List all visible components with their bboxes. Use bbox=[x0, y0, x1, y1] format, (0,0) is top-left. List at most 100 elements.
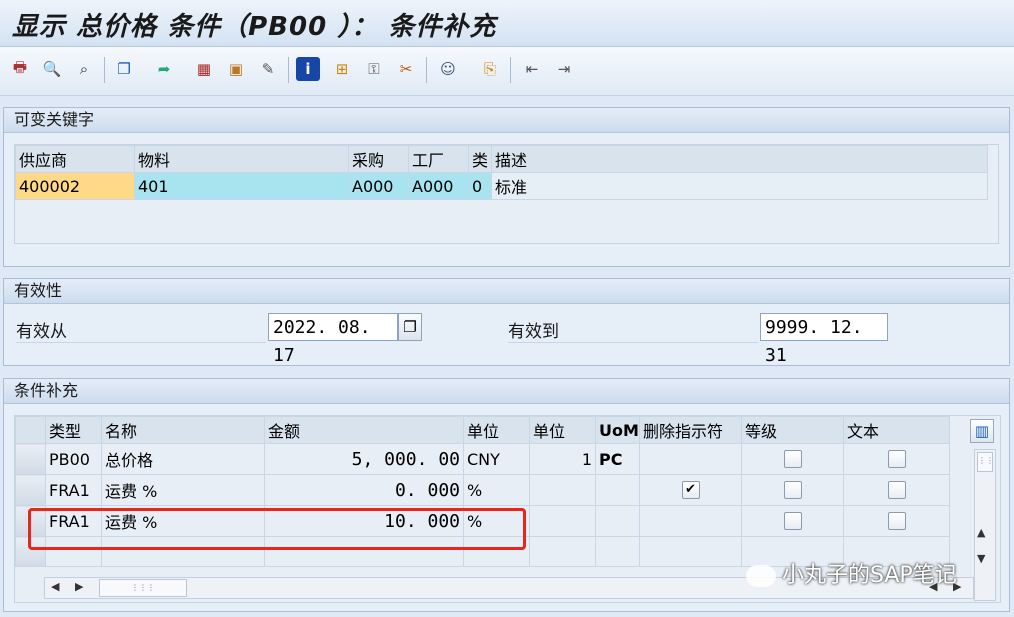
calendar-icon[interactable]: ▦ bbox=[192, 57, 216, 81]
text-cell bbox=[843, 474, 950, 506]
column-config-icon[interactable]: ▥ bbox=[970, 419, 994, 443]
cut-icon[interactable]: ⎘ bbox=[478, 57, 502, 81]
last-page-icon[interactable]: ⇥ bbox=[552, 57, 576, 81]
desc-cell[interactable]: 标准 bbox=[491, 172, 988, 200]
valid-from-label: 有效从 bbox=[16, 317, 266, 343]
watermark: 小丸子的SAP笔记 bbox=[746, 557, 957, 589]
table-row[interactable]: 400002 401 A000 A000 0 标准 bbox=[15, 172, 988, 200]
text-cell bbox=[843, 443, 950, 475]
col-unit: 单位 bbox=[463, 416, 530, 444]
valid-to-label: 有效到 bbox=[508, 317, 758, 343]
cond-type-cell[interactable]: PB00 bbox=[45, 443, 102, 475]
purch-org-cell[interactable]: A000 bbox=[348, 172, 409, 200]
scale-cell bbox=[741, 474, 844, 506]
amount-cell[interactable]: 5, 000. 00 bbox=[264, 443, 464, 475]
col-vendor: 供应商 bbox=[15, 145, 135, 173]
vendor-cell[interactable]: 400002 bbox=[15, 172, 135, 200]
window-title: 显示 总价格 条件（PB00 ）： 条件补充 bbox=[12, 12, 497, 42]
toolbar: 🖶 🔍 ⌕ ❐ ➦ ▦ ▣ ✎ i ⊞ ⚿ ✂ ☺ ⎘ ⇤ ⇥ bbox=[0, 47, 1014, 96]
table-row[interactable]: FRA1 运费 % 0. 000 % ✔ bbox=[15, 474, 950, 506]
deletion-cell: ✔ bbox=[639, 474, 742, 506]
keys-group: 可变关键字 供应商 物料 采购 工厂 类 描述 400002 401 A000 … bbox=[3, 107, 1010, 267]
scroll-right-icon[interactable]: ▶ bbox=[75, 580, 83, 593]
deletion-checkbox[interactable]: ✔ bbox=[681, 481, 700, 499]
uom-cell[interactable] bbox=[595, 474, 640, 506]
find-next-icon[interactable]: ⌕ bbox=[72, 57, 96, 81]
user-icon[interactable]: ☺ bbox=[436, 57, 460, 81]
col-plant: 工厂 bbox=[408, 145, 469, 173]
copy-icon[interactable]: ❐ bbox=[112, 57, 136, 81]
scale-checkbox[interactable] bbox=[783, 450, 802, 468]
scroll-up-icon[interactable]: ▲ bbox=[977, 526, 985, 539]
uom-cell[interactable] bbox=[595, 505, 640, 537]
col-type: 类 bbox=[467, 145, 493, 173]
wechat-icon bbox=[746, 565, 776, 587]
text-checkbox[interactable] bbox=[887, 481, 906, 499]
validity-group-title: 有效性 bbox=[4, 279, 1009, 304]
col-deletion: 删除指示符 bbox=[639, 416, 742, 444]
text-checkbox[interactable] bbox=[887, 450, 906, 468]
key-icon[interactable]: ⚿ bbox=[362, 57, 386, 81]
col-name: 名称 bbox=[101, 416, 265, 444]
per-unit-cell[interactable] bbox=[529, 505, 596, 537]
text-cell bbox=[843, 505, 950, 537]
scroll-down-icon[interactable]: ▼ bbox=[977, 552, 985, 565]
valid-to-field[interactable]: 9999. 12. 31 bbox=[760, 313, 888, 366]
print-icon[interactable]: 🖶 bbox=[8, 57, 32, 81]
table-row[interactable]: PB00 总价格 5, 000. 00 CNY 1 PC bbox=[15, 443, 950, 475]
supplement-header-row: 类型 名称 金额 单位 单位 UoM 删除指示符 等级 文本 bbox=[15, 416, 950, 444]
col-material: 物料 bbox=[134, 145, 349, 173]
material-cell[interactable]: 401 bbox=[134, 172, 349, 200]
amount-cell[interactable]: 0. 000 bbox=[264, 474, 464, 506]
row-selector[interactable] bbox=[15, 474, 46, 506]
supplement-group: 条件补充 类型 名称 金额 单位 单位 UoM 删除指示符 等级 文本 PB00… bbox=[3, 378, 1010, 612]
per-unit-cell[interactable] bbox=[529, 474, 596, 506]
col-per-unit: 单位 bbox=[529, 416, 596, 444]
vertical-scrollbar[interactable]: ⋮⋮ ▲ ▼ bbox=[974, 449, 996, 601]
col-cond-type: 类型 bbox=[45, 416, 102, 444]
gift-icon[interactable]: ▣ bbox=[224, 57, 248, 81]
col-uom: UoM bbox=[595, 416, 640, 444]
validity-group: 有效性 有效从 2022. 08. 17 ❐ 有效到 9999. 12. 31 bbox=[3, 278, 1010, 366]
text-checkbox[interactable] bbox=[887, 512, 906, 530]
unit-cell[interactable]: CNY bbox=[463, 443, 530, 475]
valid-from-field[interactable]: 2022. 08. 17 bbox=[268, 313, 398, 366]
scale-cell bbox=[741, 443, 844, 475]
structure-icon[interactable]: ⊞ bbox=[330, 57, 354, 81]
name-cell[interactable]: 运费 % bbox=[101, 474, 265, 506]
type-cell[interactable]: 0 bbox=[467, 172, 493, 200]
scale-checkbox[interactable] bbox=[783, 512, 802, 530]
find-icon[interactable]: 🔍 bbox=[40, 57, 64, 81]
col-text: 文本 bbox=[843, 416, 950, 444]
watermark-text: 小丸子的SAP笔记 bbox=[782, 563, 957, 588]
scale-icon[interactable]: ✂ bbox=[394, 57, 418, 81]
info-icon[interactable]: i bbox=[296, 57, 320, 81]
highlight-box bbox=[28, 508, 526, 550]
scale-checkbox[interactable] bbox=[783, 481, 802, 499]
first-page-icon[interactable]: ⇤ bbox=[520, 57, 544, 81]
scroll-thumb[interactable]: ⋮⋮ bbox=[977, 452, 994, 472]
plant-cell[interactable]: A000 bbox=[408, 172, 469, 200]
col-desc: 描述 bbox=[491, 145, 988, 173]
scale-cell bbox=[741, 505, 844, 537]
col-amount: 金额 bbox=[264, 416, 464, 444]
col-scale: 等级 bbox=[741, 416, 844, 444]
name-cell[interactable]: 总价格 bbox=[101, 443, 265, 475]
keys-header-row: 供应商 物料 采购 工厂 类 描述 bbox=[15, 145, 988, 173]
deletion-cell bbox=[639, 443, 742, 475]
deletion-cell bbox=[639, 505, 742, 537]
calendar-picker-icon[interactable]: ❐ bbox=[398, 313, 422, 341]
cond-type-cell[interactable]: FRA1 bbox=[45, 474, 102, 506]
unit-cell[interactable]: % bbox=[463, 474, 530, 506]
uom-cell[interactable]: PC bbox=[595, 443, 640, 475]
h-scroll-thumb[interactable]: ⋮⋮⋮ bbox=[99, 579, 187, 597]
export-icon[interactable]: ➦ bbox=[152, 57, 176, 81]
supplement-group-title: 条件补充 bbox=[4, 379, 1009, 404]
select-all-corner[interactable] bbox=[15, 416, 46, 444]
per-unit-cell[interactable]: 1 bbox=[529, 443, 596, 475]
row-selector[interactable] bbox=[15, 443, 46, 475]
keys-group-title: 可变关键字 bbox=[4, 108, 1009, 133]
edit-icon[interactable]: ✎ bbox=[256, 57, 280, 81]
title-bar: 显示 总价格 条件（PB00 ）： 条件补充 bbox=[0, 0, 1014, 47]
scroll-left-icon[interactable]: ◀ bbox=[51, 580, 59, 593]
